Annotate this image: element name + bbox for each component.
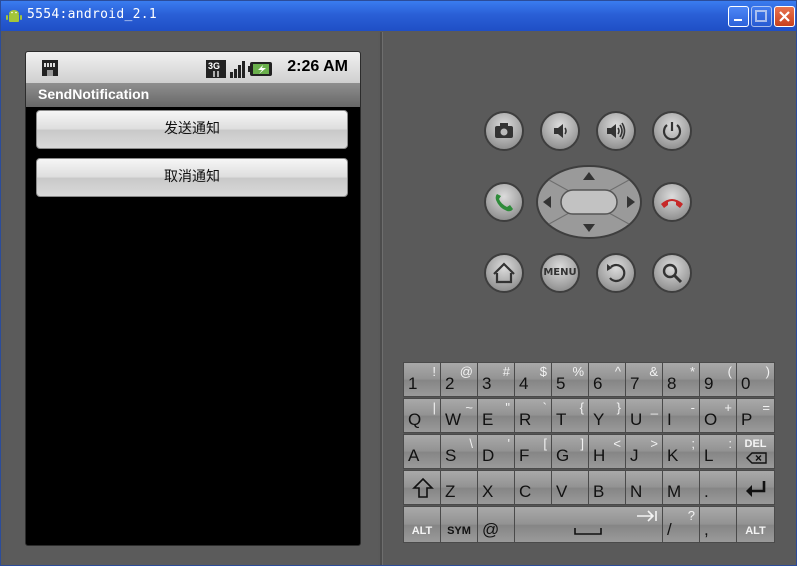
app-title: SendNotification <box>38 86 150 102</box>
status-time: 2:26 AM <box>287 58 348 75</box>
key-i[interactable]: I- <box>662 398 700 433</box>
search-button[interactable] <box>652 253 692 293</box>
key-7[interactable]: 7 & <box>625 362 663 397</box>
key-m[interactable]: M <box>662 470 700 505</box>
send-notification-button[interactable]: 发送通知 <box>36 110 348 149</box>
key-h[interactable]: H < <box>588 434 626 469</box>
key-o[interactable]: O + <box>699 398 737 433</box>
key-y[interactable]: Y} <box>588 398 626 433</box>
app-title-bar: SendNotification <box>26 83 360 107</box>
dpad[interactable] <box>535 164 643 240</box>
key-5[interactable]: 5% <box>551 362 589 397</box>
key-k[interactable]: K; <box>662 434 700 469</box>
minimize-icon <box>734 19 742 21</box>
key-l[interactable]: L: <box>699 434 737 469</box>
key-f[interactable]: F[ <box>514 434 552 469</box>
panel-divider <box>380 32 383 565</box>
key-a[interactable]: A <box>403 434 441 469</box>
end-call-icon <box>661 199 683 208</box>
hardware-keyboard: 1! 2 @ 3 # 4 $ 5% 6 ^ 7 & 8 * 9( 0) Q | W ~ E " R… <box>403 362 775 543</box>
status-icons: 3G <box>206 60 272 78</box>
shift-icon <box>412 477 434 498</box>
volume-up-icon <box>607 122 626 140</box>
back-button[interactable] <box>596 253 636 293</box>
key-j[interactable]: J > <box>625 434 663 469</box>
key-s[interactable]: S \ <box>440 434 478 469</box>
key-6[interactable]: 6 ^ <box>588 362 626 397</box>
key-q[interactable]: Q | <box>403 398 441 433</box>
call-button[interactable] <box>484 182 524 222</box>
key-3[interactable]: 3 # <box>477 362 515 397</box>
key-r[interactable]: R ` <box>514 398 552 433</box>
home-button[interactable] <box>484 253 524 293</box>
emulator-window: 5554:android_2.1 3G 2:26 AM SendNotifica… <box>0 0 797 566</box>
phone-call-icon <box>495 194 513 212</box>
maximize-icon <box>755 10 767 22</box>
status-bar: 3G 2:26 AM <box>26 52 360 83</box>
key-e[interactable]: E " <box>477 398 515 433</box>
power-button[interactable] <box>652 111 692 151</box>
3g-icon: 3G <box>206 60 226 78</box>
search-icon <box>662 263 683 284</box>
key-b[interactable]: B <box>588 470 626 505</box>
device-screen: 3G 2:26 AM SendNotification 发送通知 取消通知 <box>25 51 361 546</box>
key-8[interactable]: 8 * <box>662 362 700 397</box>
key-c[interactable]: C <box>514 470 552 505</box>
key-1[interactable]: 1! <box>403 362 441 397</box>
menu-label: MENU <box>543 267 577 278</box>
key-shift[interactable] <box>403 470 441 505</box>
maximize-button[interactable] <box>751 6 772 27</box>
title-bar[interactable]: 5554:android_2.1 <box>1 1 796 31</box>
key-2[interactable]: 2 @ <box>440 362 478 397</box>
key-n[interactable]: N <box>625 470 663 505</box>
key-del[interactable]: DEL <box>736 434 775 469</box>
cancel-notification-button[interactable]: 取消通知 <box>36 158 348 197</box>
home-icon <box>493 262 515 284</box>
android-app-icon <box>6 10 22 22</box>
close-button[interactable] <box>774 6 795 27</box>
key-0[interactable]: 0) <box>736 362 775 397</box>
key-u[interactable]: U _ <box>625 398 663 433</box>
key-g[interactable]: G] <box>551 434 589 469</box>
key-enter[interactable] <box>736 470 775 505</box>
key-z[interactable]: Z <box>440 470 478 505</box>
key-x[interactable]: X <box>477 470 515 505</box>
key-slash[interactable]: /? <box>662 506 700 543</box>
back-arrow-icon <box>607 263 626 283</box>
key-v[interactable]: V <box>551 470 589 505</box>
key-at[interactable]: @ <box>477 506 515 543</box>
key-sym[interactable]: SYM <box>440 506 478 543</box>
key-space[interactable] <box>514 506 663 543</box>
window-title: 5554:android_2.1 <box>27 7 158 22</box>
enter-icon <box>746 481 766 497</box>
key-4[interactable]: 4 $ <box>514 362 552 397</box>
end-call-button[interactable] <box>652 182 692 222</box>
power-icon <box>662 122 682 141</box>
camera-icon <box>495 123 513 138</box>
volume-up-button[interactable] <box>596 111 636 151</box>
key-alt-left[interactable]: ALT <box>403 506 441 543</box>
key-9[interactable]: 9( <box>699 362 737 397</box>
volume-down-button[interactable] <box>540 111 580 151</box>
key-p[interactable]: P = <box>736 398 775 433</box>
dpad-center-button <box>560 189 618 215</box>
key-alt-right[interactable]: ALT <box>736 506 775 543</box>
svg-text:3G: 3G <box>208 61 220 71</box>
key-period[interactable]: . <box>699 470 737 505</box>
delete-icon <box>746 452 767 464</box>
minimize-button[interactable] <box>728 6 749 27</box>
sd-card-icon <box>42 60 58 76</box>
menu-button[interactable]: MENU <box>540 253 580 293</box>
battery-charging-icon <box>248 62 272 76</box>
space-icon <box>574 528 602 535</box>
camera-button[interactable] <box>484 111 524 151</box>
key-w[interactable]: W ~ <box>440 398 478 433</box>
key-d[interactable]: D ' <box>477 434 515 469</box>
close-icon <box>779 11 790 22</box>
key-t[interactable]: T{ <box>551 398 589 433</box>
key-comma[interactable]: , <box>699 506 737 543</box>
signal-strength-icon <box>230 61 245 78</box>
volume-down-icon <box>554 124 567 138</box>
tab-icon <box>637 510 657 522</box>
